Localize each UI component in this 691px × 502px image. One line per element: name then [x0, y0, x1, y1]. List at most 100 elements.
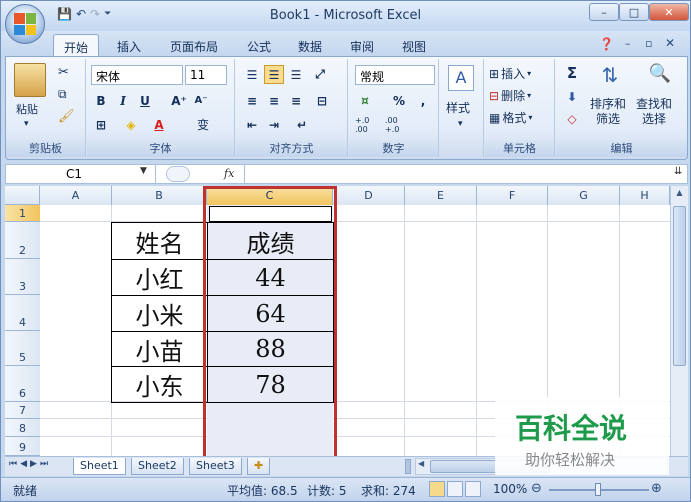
paste-dropdown-icon[interactable]: ▾	[24, 119, 29, 129]
restore-button[interactable]: □	[619, 3, 649, 21]
find-select-icon[interactable]: 🔍	[646, 63, 674, 91]
tab-data[interactable]: 数据	[288, 34, 332, 57]
table-cell-score[interactable]: 88	[207, 331, 334, 367]
decrease-indent-icon[interactable]: ⇤	[242, 115, 262, 134]
row-header-2[interactable]: 2	[5, 222, 40, 259]
row-header-9[interactable]: 9	[5, 437, 40, 456]
delete-cells-button[interactable]: ⊟ 删除 ▾	[489, 87, 531, 104]
column-header-A[interactable]: A	[40, 186, 112, 205]
clear-icon[interactable]: ◇	[562, 109, 582, 128]
styles-icon[interactable]: A	[448, 65, 474, 91]
page-break-view-icon[interactable]	[465, 481, 481, 497]
format-painter-icon[interactable]: 🖌	[58, 109, 75, 124]
tab-formulas[interactable]: 公式	[237, 34, 281, 57]
italic-button[interactable]: I	[113, 91, 133, 110]
table-cell-name[interactable]: 小红	[111, 259, 208, 296]
align-center-icon[interactable]: ≡	[264, 91, 284, 110]
active-cell-C1[interactable]	[209, 206, 332, 222]
column-header-F[interactable]: F	[477, 186, 548, 205]
autosum-button[interactable]: Σ	[562, 63, 582, 82]
table-cell-name[interactable]: 小苗	[111, 331, 208, 367]
tab-insert[interactable]: 插入	[107, 34, 151, 57]
comma-button[interactable]: ,	[413, 91, 433, 110]
row-header-5[interactable]: 5	[5, 331, 40, 366]
copy-icon[interactable]: ⧉	[58, 87, 67, 102]
insert-sheet-icon[interactable]: ✚	[247, 458, 271, 475]
sheet-tab-1[interactable]: Sheet1	[73, 458, 126, 475]
paste-button[interactable]: 粘贴	[16, 101, 38, 117]
font-color-icon[interactable]: A	[149, 115, 169, 134]
align-left-icon[interactable]: ≡	[242, 91, 262, 110]
table-header-name[interactable]: 姓名	[111, 222, 208, 260]
select-all-corner[interactable]	[5, 186, 40, 205]
fill-color-icon[interactable]: ◈	[121, 115, 141, 134]
insert-function-icon[interactable]: fx	[224, 167, 234, 180]
merge-center-icon[interactable]: ⊟	[312, 91, 332, 110]
column-header-C[interactable]: C	[207, 186, 333, 205]
insert-cells-button[interactable]: ⊞ 插入 ▾	[489, 65, 531, 82]
format-cells-button[interactable]: ▦ 格式 ▾	[489, 109, 532, 126]
styles-button[interactable]: 样式	[446, 99, 470, 116]
row-header-1[interactable]: 1	[5, 205, 40, 222]
orientation-icon[interactable]: ⤢	[310, 65, 330, 84]
sheet-tab-3[interactable]: Sheet3	[189, 458, 242, 475]
shrink-font-button[interactable]: A⁻	[191, 91, 211, 110]
borders-icon[interactable]: ⊞	[91, 115, 111, 134]
row-header-4[interactable]: 4	[5, 295, 40, 331]
row-header-6[interactable]: 6	[5, 366, 40, 402]
formula-separator-handle[interactable]	[166, 166, 190, 182]
sort-filter-button[interactable]: 排序和 筛选	[590, 97, 634, 127]
zoom-level[interactable]: 100%	[493, 482, 527, 496]
column-header-H[interactable]: H	[620, 186, 670, 205]
close-button[interactable]: ✕	[649, 3, 689, 21]
currency-icon[interactable]: ¤	[355, 91, 375, 110]
column-header-D[interactable]: D	[333, 186, 405, 205]
table-cell-score[interactable]: 44	[207, 259, 334, 296]
help-icon[interactable]: ❓	[599, 37, 614, 51]
normal-view-icon[interactable]	[429, 481, 445, 497]
align-bottom-icon[interactable]: ☰	[286, 65, 306, 84]
name-box-dropdown-icon[interactable]: ▼	[140, 166, 147, 176]
zoom-out-icon[interactable]: ⊖	[531, 481, 542, 496]
table-cell-name[interactable]: 小东	[111, 366, 208, 403]
row-header-7[interactable]: 7	[5, 402, 40, 419]
decrease-decimal-button[interactable]: .00 +.0	[385, 115, 411, 134]
paste-icon[interactable]	[14, 63, 46, 97]
row-header-3[interactable]: 3	[5, 259, 40, 295]
vertical-scrollbar[interactable]: ▲	[670, 186, 688, 456]
ribbon-minimize-icon[interactable]: –	[625, 37, 631, 50]
minimize-button[interactable]: –	[589, 3, 619, 21]
styles-dropdown-icon[interactable]: ▾	[458, 119, 463, 129]
find-select-button[interactable]: 查找和 选择	[636, 97, 682, 127]
underline-button[interactable]: U	[135, 91, 155, 110]
page-layout-view-icon[interactable]	[447, 481, 463, 497]
number-format-box[interactable]: 常规	[355, 65, 435, 85]
fill-icon[interactable]: ⬇	[562, 87, 582, 106]
tab-split-handle[interactable]	[405, 459, 411, 474]
sheet-nav-icons[interactable]: ⏮◀▶⏭	[9, 459, 51, 469]
column-header-B[interactable]: B	[112, 186, 207, 205]
ribbon-restore-icon[interactable]: ▫	[645, 37, 652, 50]
formula-input[interactable]	[244, 165, 672, 183]
table-cell-score[interactable]: 64	[207, 295, 334, 332]
grow-font-button[interactable]: A⁺	[169, 91, 189, 110]
increase-decimal-button[interactable]: +.0 .00	[355, 115, 381, 134]
align-middle-icon[interactable]: ☰	[264, 65, 284, 84]
increase-indent-icon[interactable]: ⇥	[264, 115, 284, 134]
cut-icon[interactable]: ✂	[58, 65, 69, 80]
table-cell-score[interactable]: 78	[207, 366, 334, 403]
font-name-box[interactable]: 宋体	[91, 65, 183, 85]
tab-home[interactable]: 开始	[53, 34, 100, 57]
column-header-E[interactable]: E	[405, 186, 477, 205]
vertical-scroll-thumb[interactable]	[673, 206, 686, 366]
zoom-in-icon[interactable]: ⊕	[651, 481, 662, 496]
align-top-icon[interactable]: ☰	[242, 65, 262, 84]
zoom-slider-thumb[interactable]	[595, 483, 601, 496]
percent-button[interactable]: %	[389, 91, 409, 110]
sort-filter-icon[interactable]: ⇅	[596, 63, 624, 91]
align-right-icon[interactable]: ≡	[286, 91, 306, 110]
font-size-box[interactable]: 11	[185, 65, 227, 85]
tab-view[interactable]: 视图	[392, 34, 436, 57]
phonetic-button[interactable]: 变	[193, 115, 213, 134]
workbook-close-icon[interactable]: ✕	[665, 36, 675, 50]
